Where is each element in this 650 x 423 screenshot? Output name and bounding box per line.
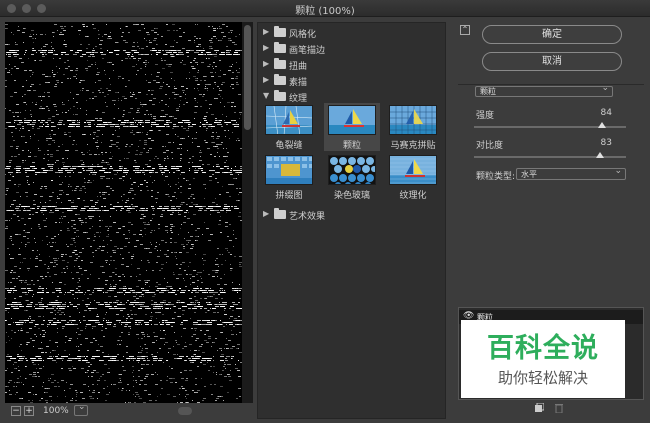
- new-effect-layer-icon[interactable]: [534, 403, 544, 413]
- window-title: 颗粒 (100%): [295, 6, 355, 17]
- filter-gallery: ▶ 风格化 ▶ 画笔描边 ▶ 扭曲 ▶ 素描 ▼ 纹理 龟裂缝 颗粒 马赛克拼贴…: [257, 22, 446, 419]
- contrast-slider[interactable]: [474, 152, 626, 158]
- category-label: 风格化: [289, 30, 317, 40]
- zoom-level: 100%: [43, 406, 69, 416]
- folder-icon: [274, 42, 286, 53]
- thumb-caption: 染色玻璃: [333, 191, 370, 201]
- folder-icon: [274, 26, 286, 37]
- grain-type-label: 颗粒类型:: [476, 172, 516, 182]
- folder-icon: [274, 74, 286, 85]
- category-label: 艺术效果: [289, 212, 326, 222]
- chevron-right-icon: ▶: [263, 43, 270, 52]
- trash-icon[interactable]: [554, 403, 564, 413]
- watermark-subtitle: 助你轻松解决: [497, 369, 588, 387]
- thumb-caption: 纹理化: [399, 191, 427, 201]
- thumb-caption: 颗粒: [342, 141, 361, 151]
- category-stylize[interactable]: ▶ 风格化: [258, 25, 447, 41]
- divider: [458, 84, 644, 85]
- thumb-caption: 马赛克拼贴: [390, 141, 436, 151]
- filter-thumb-grain[interactable]: 颗粒: [324, 103, 380, 151]
- ok-button[interactable]: 确定: [482, 25, 622, 44]
- cancel-button[interactable]: 取消: [482, 52, 622, 71]
- filter-thumb-craquelure[interactable]: 龟裂缝: [261, 103, 317, 151]
- filter-thumb-stained-glass[interactable]: 染色玻璃: [324, 153, 380, 201]
- contrast-label: 对比度: [476, 141, 504, 151]
- zoom-in-button[interactable]: +: [24, 406, 34, 416]
- category-distort[interactable]: ▶ 扭曲: [258, 57, 447, 73]
- grain-type-select[interactable]: 水平 ⌄: [516, 166, 626, 180]
- intensity-slider[interactable]: [474, 122, 626, 128]
- category-brush-strokes[interactable]: ▶ 画笔描边: [258, 41, 447, 57]
- watermark-title: 百科全说: [487, 333, 599, 364]
- category-artistic[interactable]: ▶ 艺术效果: [258, 207, 447, 223]
- grain-preview-image: [5, 24, 242, 403]
- preview-horizontal-scroll[interactable]: [178, 407, 192, 415]
- category-label: 扭曲: [289, 62, 308, 72]
- category-label: 素描: [289, 78, 308, 88]
- preview-scrollbar-track[interactable]: [242, 22, 253, 403]
- grain-type-value: 水平: [521, 170, 537, 179]
- thumb-image: [389, 105, 437, 135]
- thumb-image: [328, 155, 376, 185]
- preview-bottom-bar: − + 100%: [5, 402, 253, 419]
- collapse-gallery-icon[interactable]: ⌃: [460, 25, 470, 35]
- filter-thumb-mosaic-tiles[interactable]: 马赛克拼贴: [385, 103, 441, 151]
- contrast-slider-knob[interactable]: [596, 152, 605, 158]
- chevron-down-icon: ▼: [263, 91, 270, 100]
- category-label: 画笔描边: [289, 46, 326, 56]
- intensity-slider-knob[interactable]: [597, 122, 606, 128]
- category-sketch[interactable]: ▶ 素描: [258, 73, 447, 89]
- thumb-caption: 龟裂缝: [275, 141, 303, 151]
- chevron-right-icon: ▶: [263, 27, 270, 36]
- contrast-value[interactable]: 83: [582, 138, 612, 148]
- filter-thumb-patchwork[interactable]: 拼缀图: [261, 153, 317, 201]
- preview-canvas[interactable]: [5, 22, 253, 403]
- intensity-label: 强度: [476, 111, 495, 121]
- chevron-down-icon: ⌄: [601, 83, 609, 93]
- watermark-logo: 百科全说 助你轻松解决: [461, 320, 625, 398]
- folder-icon: [274, 58, 286, 69]
- thumb-image: [265, 155, 313, 185]
- filter-select[interactable]: 颗粒 ⌄: [475, 83, 613, 97]
- thumb-caption: 拼缀图: [275, 191, 303, 201]
- folder-icon: [274, 208, 286, 219]
- eye-icon[interactable]: 👁: [463, 312, 474, 321]
- filter-select-value: 颗粒: [480, 87, 496, 96]
- thumb-image: [265, 105, 313, 135]
- title-bar: 颗粒 (100%): [0, 0, 650, 17]
- chevron-down-icon: ⌄: [614, 166, 622, 176]
- chevron-right-icon: ▶: [263, 75, 270, 84]
- thumb-image: [389, 155, 437, 185]
- zoom-out-button[interactable]: −: [11, 406, 21, 416]
- zoom-dropdown[interactable]: [74, 402, 88, 416]
- preview-scrollbar-thumb[interactable]: [244, 25, 251, 130]
- intensity-value[interactable]: 84: [582, 108, 612, 118]
- thumb-image: [328, 105, 376, 135]
- filter-thumb-texturizer[interactable]: 纹理化: [385, 153, 441, 201]
- chevron-right-icon: ▶: [263, 59, 270, 68]
- open-folder-icon: [274, 90, 286, 101]
- chevron-right-icon: ▶: [263, 209, 270, 218]
